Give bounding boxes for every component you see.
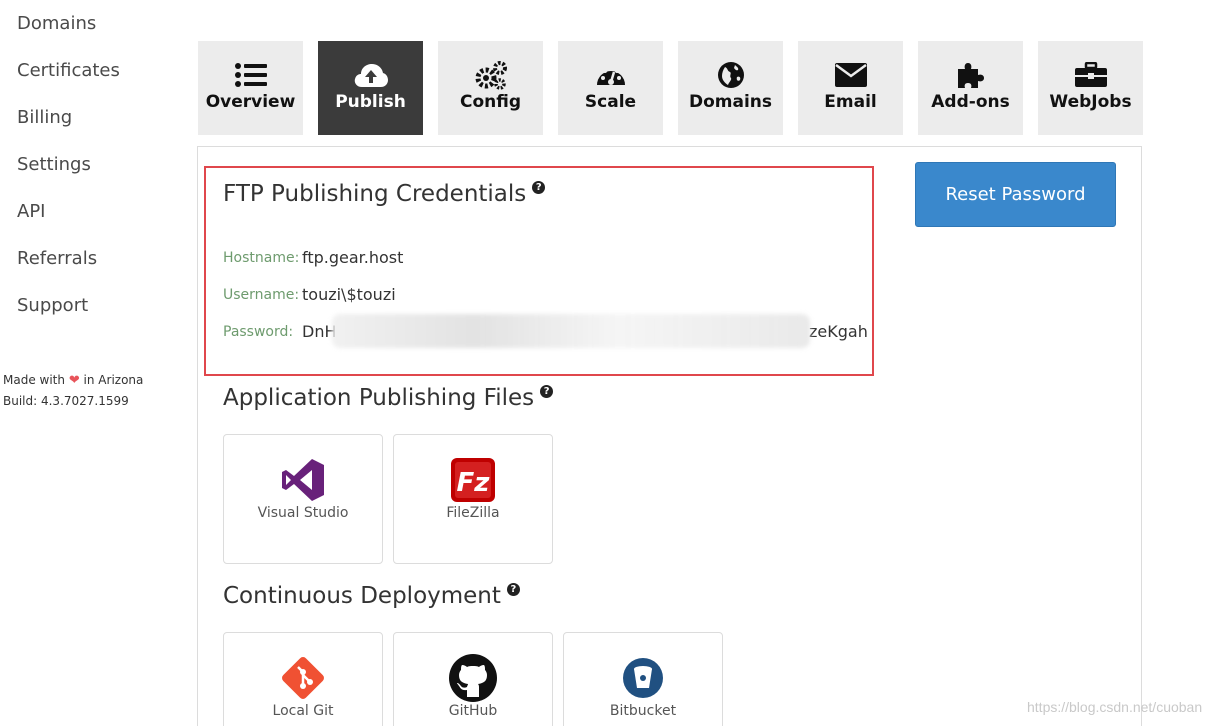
list-icon (198, 61, 303, 89)
tab-label: WebJobs (1049, 92, 1132, 112)
card-label: Bitbucket (609, 703, 677, 719)
tab-webjobs[interactable]: WebJobs (1038, 41, 1143, 135)
password-suffix: zeKgah (809, 322, 868, 341)
tab-email[interactable]: Email (798, 41, 903, 135)
tab-add-ons[interactable]: Add-ons (918, 41, 1023, 135)
sidebar-item-billing[interactable]: Billing (17, 107, 72, 128)
globe-icon (678, 61, 783, 89)
card-label: Visual Studio (257, 505, 349, 521)
username-value: touzi\$touzi (302, 285, 396, 304)
puzzle-icon (918, 61, 1023, 89)
svg-text:Fz: Fz (457, 468, 491, 498)
made-with-line: Made with ❤ in Arizona (3, 370, 143, 391)
dashboard-icon (558, 61, 663, 89)
sidebar-item-api[interactable]: API (17, 201, 45, 222)
footer-note: Made with ❤ in Arizona Build: 4.3.7027.1… (3, 370, 143, 411)
made-with-prefix: Made with (3, 373, 65, 387)
cloud-upload-icon (318, 61, 423, 89)
tab-label: Domains (688, 92, 773, 112)
ftp-title-text: FTP Publishing Credentials (223, 181, 527, 207)
sidebar-item-domains[interactable]: Domains (17, 13, 96, 34)
gears-icon (438, 61, 543, 90)
tab-label: Publish (335, 92, 406, 112)
tab-config[interactable]: Config (438, 41, 543, 135)
card-label: FileZilla (446, 505, 500, 521)
app-publishing-title: Application Publishing Files? (223, 385, 554, 411)
username-label: Username: (223, 287, 300, 303)
help-icon[interactable]: ? (506, 583, 520, 596)
bitbucket-card[interactable]: Bitbucket (563, 632, 723, 726)
reset-password-button[interactable]: Reset Password (915, 162, 1116, 227)
filezilla-card[interactable]: Fz FileZilla (393, 434, 553, 564)
help-icon[interactable]: ? (532, 181, 546, 194)
card-label: GitHub (448, 703, 498, 719)
tab-overview[interactable]: Overview (198, 41, 303, 135)
app-publishing-title-text: Application Publishing Files (223, 385, 535, 411)
visual-studio-card[interactable]: Visual Studio (223, 434, 383, 564)
heart-icon: ❤ (68, 373, 80, 388)
briefcase-icon (1038, 61, 1143, 89)
tab-publish[interactable]: Publish (318, 41, 423, 135)
filezilla-icon: Fz (394, 455, 552, 505)
tab-label: Overview (205, 92, 296, 112)
bitbucket-icon (564, 653, 722, 703)
card-label: Local Git (272, 703, 334, 719)
sidebar-item-certificates[interactable]: Certificates (17, 60, 120, 81)
github-card[interactable]: GitHub (393, 632, 553, 726)
tab-label: Email (824, 92, 877, 112)
git-icon (224, 653, 382, 703)
sidebar-item-referrals[interactable]: Referrals (17, 248, 97, 269)
continuous-deployment-title-text: Continuous Deployment (223, 583, 501, 609)
password-label: Password: (223, 324, 294, 340)
watermark-text: https://blog.csdn.net/cuoban (1027, 699, 1203, 715)
continuous-deployment-title: Continuous Deployment? (223, 583, 520, 609)
made-with-suffix: in Arizona (83, 373, 144, 387)
password-redaction (332, 314, 810, 348)
sidebar-item-settings[interactable]: Settings (17, 154, 91, 175)
tab-scale[interactable]: Scale (558, 41, 663, 135)
sidebar-item-support[interactable]: Support (17, 295, 88, 316)
hostname-label: Hostname: (223, 250, 300, 266)
envelope-icon (798, 61, 903, 89)
ftp-credentials-title: FTP Publishing Credentials? (223, 181, 546, 207)
tab-label: Scale (584, 92, 637, 112)
build-version: Build: 4.3.7027.1599 (3, 394, 129, 408)
visual-studio-icon (224, 455, 382, 505)
hostname-value: ftp.gear.host (302, 248, 404, 267)
help-icon[interactable]: ? (540, 385, 554, 398)
github-icon (394, 653, 552, 703)
tab-label: Add-ons (931, 92, 1010, 112)
tab-label: Config (459, 92, 522, 112)
local-git-card[interactable]: Local Git (223, 632, 383, 726)
tab-domains[interactable]: Domains (678, 41, 783, 135)
